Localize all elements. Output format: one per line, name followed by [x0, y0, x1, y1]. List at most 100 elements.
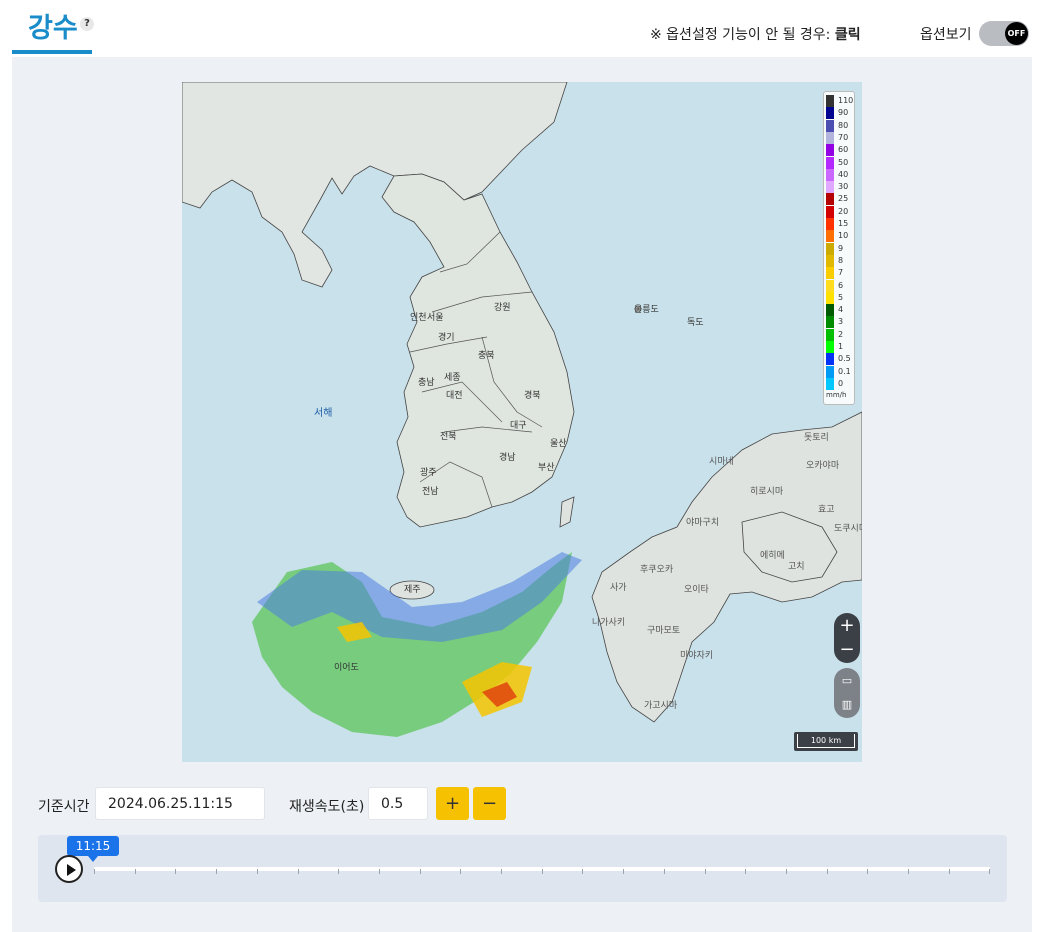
scale-bar: 100 km — [794, 732, 858, 751]
legend-swatch — [826, 107, 834, 120]
legend-item: 25 — [826, 193, 853, 206]
legend-item: 2 — [826, 328, 853, 341]
zoom-control: + − — [834, 613, 860, 663]
zoom-out-button[interactable]: − — [834, 638, 860, 662]
legend-swatch — [826, 205, 834, 218]
legend-value: 8 — [838, 255, 844, 265]
label-yamaguchi: 야마구치 — [686, 516, 719, 528]
precipitation-map[interactable]: 강원 울릉도 독도 인천 서울 경기 충북 충남 세종 대전 경북 대구 울산 … — [182, 82, 862, 762]
legend-swatch — [826, 341, 834, 353]
legend-item: 110 — [826, 95, 853, 107]
legend-value: 7 — [838, 268, 844, 278]
legend-value: 2 — [838, 329, 844, 339]
label-kagoshima: 가고시마 — [644, 700, 678, 711]
label-kumamoto: 구마모토 — [647, 625, 680, 636]
help-icon[interactable]: ? — [80, 17, 94, 31]
legend-swatch — [826, 242, 834, 255]
label-busan: 부산 — [538, 462, 555, 473]
label-hyogo: 효고 — [818, 504, 835, 515]
timeline-tick — [989, 869, 991, 874]
legend-value: 9 — [838, 243, 844, 253]
label-gwangju: 광주 — [420, 466, 437, 478]
legend-value: 4 — [838, 305, 844, 315]
legend-value: 60 — [838, 145, 849, 155]
legend-value: 0.5 — [838, 354, 851, 364]
speed-input[interactable]: 0.5 — [368, 787, 428, 820]
timeline-tick — [948, 869, 950, 874]
legend-item: 40 — [826, 168, 853, 181]
legend-value: 40 — [838, 169, 849, 179]
label-nagasaki: 나가사키 — [592, 617, 625, 628]
label-gangwon: 강원 — [494, 302, 511, 313]
timeline-tick — [256, 869, 258, 874]
legend-value: 0 — [838, 378, 844, 388]
speed-label: 재생속도(초) — [289, 799, 365, 815]
legend-swatch — [826, 304, 834, 317]
label-incheon: 인천 — [410, 312, 427, 323]
legend-item: 60 — [826, 144, 853, 157]
label-okayama: 오카야마 — [806, 460, 840, 471]
timeline-tick — [745, 869, 747, 874]
speed-minus-button[interactable]: − — [473, 787, 506, 820]
legend-value: 3 — [838, 317, 844, 327]
base-time-input[interactable]: 2024.06.25.11:15 — [95, 787, 265, 820]
play-icon — [67, 864, 76, 876]
timeline-tick — [623, 869, 625, 874]
legend-swatch — [826, 365, 834, 378]
toggle-knob: OFF — [1005, 22, 1028, 45]
map-canvas: 강원 울릉도 독도 인천 서울 경기 충북 충남 세종 대전 경북 대구 울산 … — [182, 82, 862, 737]
timeline-tick — [175, 869, 177, 874]
label-sejong: 세종 — [444, 372, 461, 383]
label-chungnam: 충남 — [418, 377, 435, 388]
legend-value: 30 — [838, 182, 849, 192]
legend-item: 15 — [826, 218, 853, 230]
legend-value: 110 — [838, 96, 854, 105]
timeline-tick — [582, 869, 584, 874]
label-west-sea: 서해 — [314, 406, 332, 419]
legend-item: 90 — [826, 107, 853, 120]
option-view-label: 옵션보기 — [920, 27, 972, 43]
timeline-tick — [501, 869, 502, 874]
legend-value: 1 — [838, 342, 844, 351]
legend-value: 90 — [838, 108, 849, 118]
current-time-badge: 11:15 — [67, 836, 119, 856]
label-oita: 오이타 — [684, 584, 710, 595]
option-view-toggle[interactable]: OFF — [979, 21, 1029, 46]
timeline-tick — [867, 869, 869, 874]
label-saga: 사가 — [610, 582, 627, 593]
timeline-tick — [134, 869, 136, 874]
label-jeonbuk: 전북 — [440, 431, 457, 442]
timeline-tick — [704, 869, 706, 874]
legend-value: 20 — [838, 206, 849, 216]
timeline-tick — [378, 869, 380, 874]
legend-swatch — [826, 316, 834, 329]
active-tab-underline — [12, 50, 92, 54]
legend-item: 70 — [826, 131, 853, 144]
label-seoul: 서울 — [427, 312, 444, 323]
legend-item: 1 — [826, 341, 853, 353]
play-button[interactable] — [55, 855, 83, 883]
base-time-label: 기준시간 — [38, 799, 90, 815]
page-title[interactable]: 강수 — [28, 6, 78, 45]
legend-swatch — [826, 230, 834, 243]
option-note: ※ 옵션설정 기능이 안 될 경우: 클릭 — [650, 24, 861, 44]
legend-swatch — [826, 254, 834, 267]
ruler-icon[interactable]: ▭ — [838, 672, 856, 690]
legend-item: 20 — [826, 205, 853, 218]
label-chungbuk: 충북 — [478, 350, 495, 361]
label-dokdo: 독도 — [687, 317, 704, 328]
option-note-link[interactable]: 클릭 — [835, 27, 861, 43]
label-tottori: 돗토리 — [804, 432, 829, 443]
map-layers-icon[interactable]: ▥ — [838, 696, 856, 714]
label-jeonnam: 전남 — [422, 486, 439, 497]
legend-item: 3 — [826, 316, 853, 329]
legend-item: 6 — [826, 279, 853, 292]
timeline-tick — [216, 869, 218, 874]
legend-swatch — [826, 131, 834, 144]
speed-plus-button[interactable]: + — [436, 787, 469, 820]
precipitation-legend: 110 90 80 70 60 50 40 30 25 20 15 10 9 8 7 6 5 4 3 2 1 0.5 0.1… — [823, 91, 855, 405]
zoom-in-button[interactable]: + — [834, 614, 860, 638]
timeline-tick — [785, 869, 787, 874]
timeline-tick — [338, 869, 340, 874]
legend-item: 10 — [826, 230, 853, 243]
